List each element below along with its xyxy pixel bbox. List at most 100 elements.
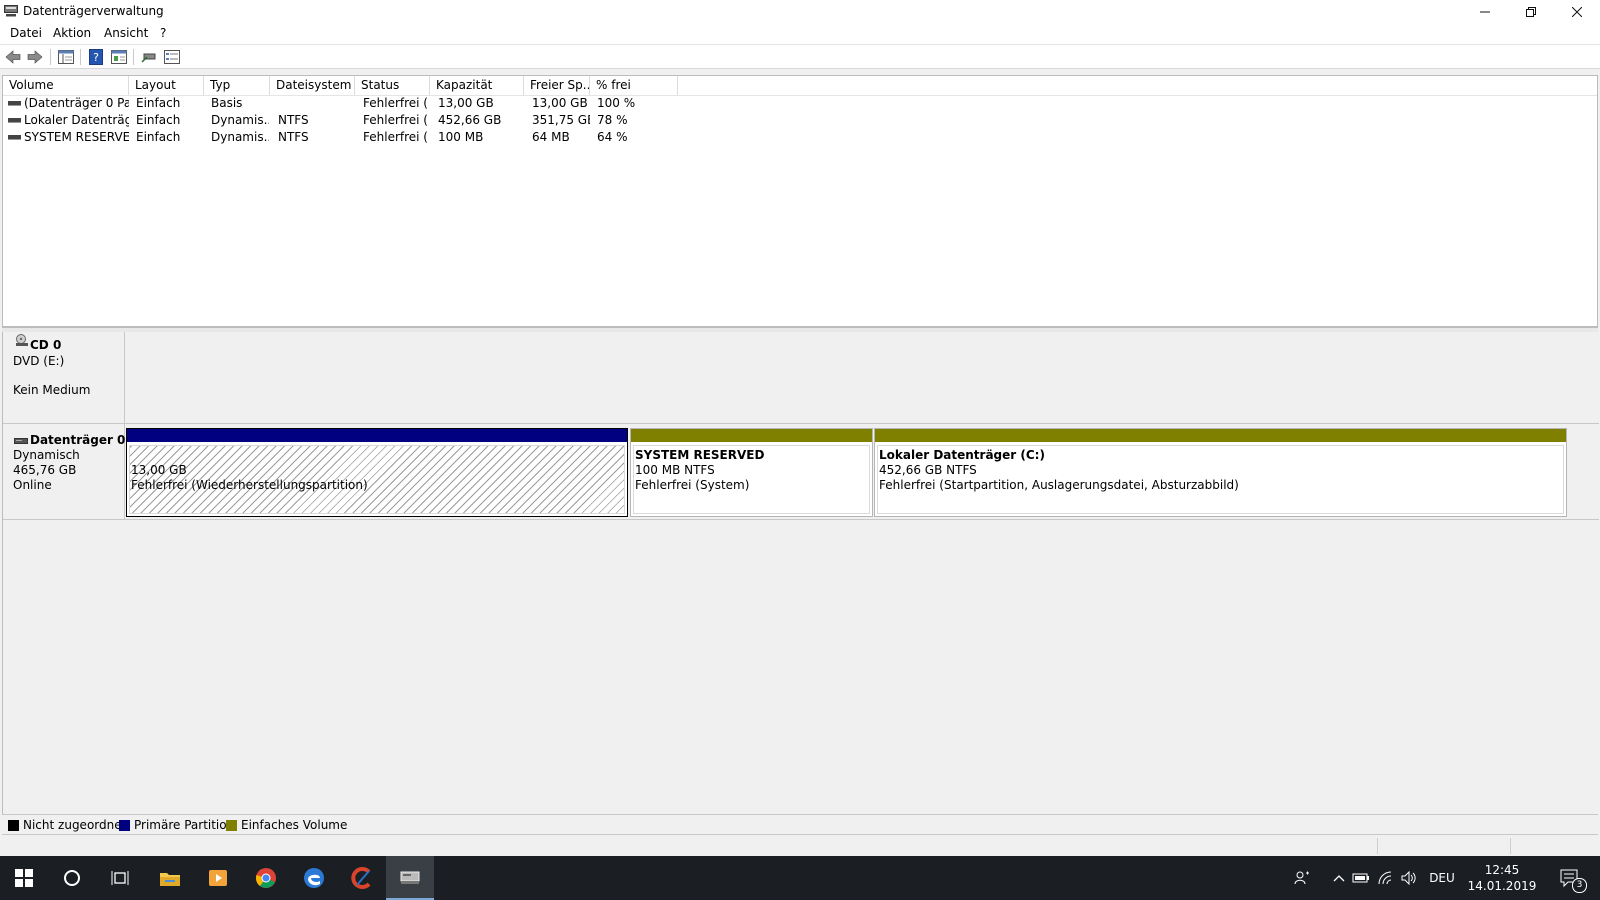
cell-typ: Dynamis...	[211, 130, 269, 144]
column-header-volume[interactable]: Volume	[3, 76, 129, 95]
partition-size: 452,66 GB NTFS	[879, 463, 977, 477]
disk-line: Dynamisch	[13, 448, 80, 462]
column-header-prozent-frei[interactable]: % frei	[590, 76, 678, 95]
partition-status: Fehlerfrei (Startpartition, Auslagerungs…	[879, 478, 1239, 492]
disk-label-cd0[interactable]: CD 0 DVD (E:) Kein Medium	[3, 332, 125, 424]
partition-header-simple	[875, 429, 1566, 442]
volume-list-header: Volume Layout Typ Dateisystem Status Kap…	[3, 76, 1597, 96]
clock-date: 14.01.2019	[1467, 879, 1537, 893]
partition-recovery[interactable]: 13,00 GB Fehlerfrei (Wiederherstellungsp…	[126, 428, 628, 517]
cell-layout: Einfach	[136, 113, 181, 127]
cell-typ: Dynamis...	[211, 113, 269, 127]
volume-row[interactable]: (Datenträger 0 Par... Einfach Basis Fehl…	[3, 95, 1597, 112]
svg-text:?: ?	[93, 51, 99, 64]
disk-label-disk0[interactable]: Datenträger 0 Dynamisch 465,76 GB Online	[3, 424, 125, 520]
partition-status: Fehlerfrei (Wiederherstellungspartition)	[131, 478, 368, 492]
clock[interactable]: 12:45 14.01.2019	[1466, 856, 1538, 900]
input-language-indicator[interactable]: DEU	[1424, 856, 1460, 900]
cell-typ: Basis	[211, 96, 243, 110]
menu-ansicht[interactable]: Ansicht	[104, 26, 148, 40]
edge-icon[interactable]	[290, 856, 338, 900]
menu-aktion[interactable]: Aktion	[53, 26, 91, 40]
cell-prozent-frei: 100 %	[597, 96, 636, 110]
column-header-typ[interactable]: Typ	[204, 76, 270, 95]
toolbar-separator	[50, 49, 51, 65]
chrome-icon[interactable]	[242, 856, 290, 900]
volume-row[interactable]: Lokaler Datenträg... Einfach Dynamis... …	[3, 112, 1597, 129]
partition-status: Fehlerfrei (System)	[635, 478, 750, 492]
close-button[interactable]	[1554, 0, 1600, 23]
media-player-icon[interactable]	[194, 856, 242, 900]
cell-status: Fehlerfrei (...	[363, 130, 429, 144]
settings-list-icon[interactable]	[163, 48, 181, 65]
disk-connect-icon[interactable]	[140, 48, 158, 65]
speaker-icon[interactable]	[1398, 856, 1420, 900]
menu-bar: Datei Aktion Ansicht ?	[0, 23, 1600, 45]
column-header-freier-speicher[interactable]: Freier Sp...	[524, 76, 590, 95]
disk-line: Online	[13, 478, 52, 492]
cell-status: Fehlerfrei (...	[363, 96, 429, 110]
toolbar: ?	[0, 45, 1600, 69]
wifi-icon[interactable]	[1374, 856, 1396, 900]
partition-system-reserved[interactable]: SYSTEM RESERVED 100 MB NTFS Fehlerfrei (…	[630, 428, 873, 517]
legend-swatch-simple	[226, 820, 237, 831]
column-header-dateisystem[interactable]: Dateisystem	[270, 76, 355, 95]
partition-local-c[interactable]: Lokaler Datenträger (C:) 452,66 GB NTFS …	[874, 428, 1567, 517]
column-header-status[interactable]: Status	[355, 76, 430, 95]
window-title: Datenträgerverwaltung	[23, 4, 164, 18]
divider	[125, 519, 1599, 520]
cell-dateisystem	[278, 95, 354, 112]
console-tree-icon[interactable]	[57, 48, 75, 65]
ccleaner-icon[interactable]	[338, 856, 386, 900]
back-arrow-icon[interactable]	[4, 48, 22, 65]
cell-status: Fehlerfrei (...	[363, 113, 429, 127]
minimize-button[interactable]	[1462, 0, 1508, 23]
partition-header-simple	[631, 429, 872, 442]
partition-title: Lokaler Datenträger (C:)	[879, 448, 1045, 462]
volume-row[interactable]: SYSTEM RESERVED Einfach Dynamis... NTFS …	[3, 129, 1597, 146]
properties-icon[interactable]	[110, 48, 128, 65]
toolbar-separator	[133, 49, 134, 65]
cell-kapazitaet: 452,66 GB	[438, 113, 502, 127]
restore-button[interactable]	[1508, 0, 1554, 23]
volume-list[interactable]: Volume Layout Typ Dateisystem Status Kap…	[2, 75, 1598, 327]
notification-center-icon[interactable]: 3	[1550, 856, 1590, 900]
cell-volume: SYSTEM RESERVED	[24, 130, 129, 144]
disk-line: DVD (E:)	[13, 354, 65, 368]
partition-header-primary	[127, 429, 627, 442]
people-icon[interactable]	[1287, 856, 1317, 900]
title-bar: Datenträgerverwaltung	[0, 0, 1600, 23]
divider	[125, 423, 1599, 424]
legend-label: Einfaches Volume	[241, 818, 348, 832]
file-explorer-icon[interactable]	[146, 856, 194, 900]
start-icon[interactable]	[0, 856, 48, 900]
menu-help[interactable]: ?	[160, 26, 166, 40]
volume-icon	[8, 135, 21, 140]
cell-prozent-frei: 78 %	[597, 113, 628, 127]
task-view-icon[interactable]	[96, 856, 144, 900]
battery-icon[interactable]	[1350, 856, 1372, 900]
column-header-layout[interactable]: Layout	[129, 76, 204, 95]
notification-count-badge: 3	[1572, 878, 1587, 893]
column-header-kapazitaet[interactable]: Kapazität	[430, 76, 524, 95]
legend: Nicht zugeordnet Primäre Partition Einfa…	[2, 814, 1598, 835]
legend-swatch-primary	[119, 820, 130, 831]
status-separator	[1377, 838, 1378, 854]
hard-disk-icon	[14, 433, 28, 447]
disk-name: Datenträger 0	[30, 433, 126, 447]
legend-swatch-unallocated	[8, 820, 19, 831]
cortana-icon[interactable]	[48, 856, 96, 900]
forward-arrow-icon[interactable]	[26, 48, 44, 65]
status-bar	[0, 835, 1600, 856]
cell-kapazitaet: 100 MB	[438, 130, 484, 144]
legend-label: Primäre Partition	[134, 818, 235, 832]
chevron-up-icon[interactable]	[1330, 856, 1348, 900]
disk-name: CD 0	[30, 338, 62, 352]
menu-datei[interactable]: Datei	[10, 26, 42, 40]
partition-size: 100 MB NTFS	[635, 463, 715, 477]
volume-icon	[8, 101, 21, 106]
legend-label: Nicht zugeordnet	[23, 818, 127, 832]
disk-line: 465,76 GB	[13, 463, 77, 477]
disk-management-icon[interactable]	[386, 856, 434, 900]
help-icon[interactable]: ?	[87, 48, 105, 65]
